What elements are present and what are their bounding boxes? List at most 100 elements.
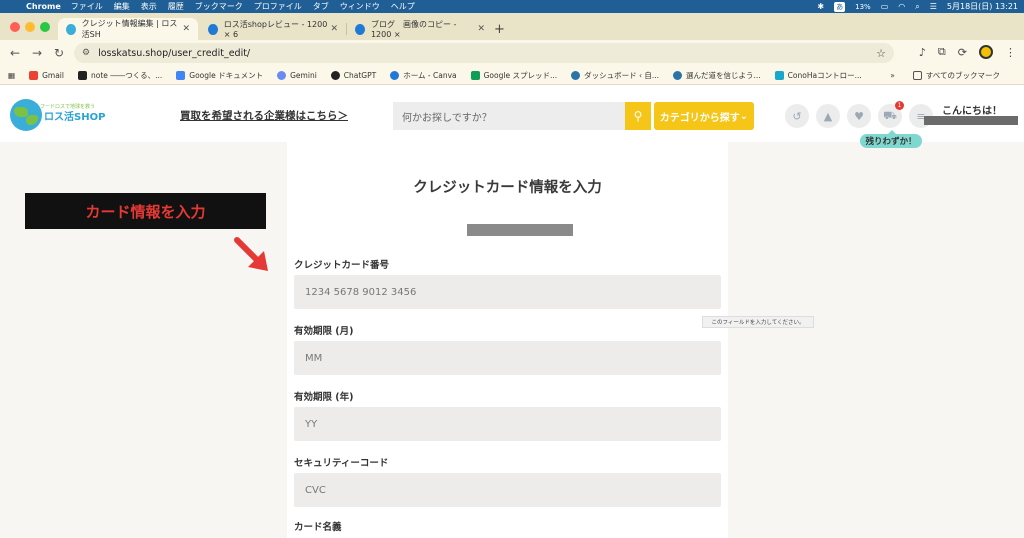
bookmark-dashboard[interactable]: ダッシュボード ‹ 自...: [571, 70, 659, 81]
low-stock-balloon: 残りわずか！: [860, 130, 922, 148]
card-holder-label: カード名義: [294, 522, 342, 533]
bookmark-star-icon[interactable]: ☆: [876, 47, 886, 60]
apps-grid-icon[interactable]: ▦: [8, 71, 15, 80]
address-bar[interactable]: ⚙ losskatsu.shop/user_credit_edit/ ☆: [74, 43, 894, 63]
notification-button[interactable]: ▲: [816, 104, 840, 128]
menu-app-name[interactable]: Chrome: [26, 2, 61, 11]
expiry-year-input[interactable]: YY: [294, 407, 721, 441]
expiry-month-input[interactable]: MM: [294, 341, 721, 375]
control-center-icon[interactable]: ☰: [930, 2, 937, 11]
redacted-username: [924, 116, 1018, 125]
cart-count-badge: 1: [895, 101, 904, 110]
site-info-icon[interactable]: ⚙: [82, 48, 90, 58]
forward-icon[interactable]: →: [26, 46, 48, 60]
close-window-button[interactable]: [10, 22, 20, 32]
menu-window[interactable]: ウィンドウ: [340, 1, 380, 12]
bookmark-google-docs[interactable]: Google ドキュメント: [176, 70, 263, 81]
bookmark-blog[interactable]: 選んだ道を信じよう...: [673, 70, 761, 81]
back-icon[interactable]: ←: [4, 46, 26, 60]
security-code-label: セキュリティーコード: [294, 458, 389, 469]
logo-tagline: フードロスで地球を救う: [40, 104, 96, 110]
bookmark-gemini[interactable]: Gemini: [277, 70, 317, 80]
battery-icon: ▭: [880, 2, 889, 11]
more-bookmarks-icon[interactable]: »: [890, 71, 895, 80]
redacted-subtitle: [467, 224, 573, 236]
bookmark-canva[interactable]: ホーム - Canva: [390, 70, 457, 81]
url-text[interactable]: losskatsu.shop/user_credit_edit/: [98, 48, 250, 59]
menu-tab[interactable]: タブ: [313, 1, 329, 12]
close-tab-icon[interactable]: ✕: [330, 24, 338, 34]
reload-icon[interactable]: ↻: [48, 46, 70, 60]
site-logo[interactable]: フードロスで地球を救う ロス活SHOP: [10, 99, 105, 131]
corporate-purchase-link[interactable]: 買取を希望される企業様はこちら＞: [180, 108, 348, 123]
clock[interactable]: 5月18日(日) 13:21: [947, 1, 1018, 12]
profile-avatar[interactable]: [979, 45, 993, 59]
macos-menu-bar: Chrome ファイル 編集 表示 履歴 ブックマーク プロファイル タブ ウィ…: [0, 0, 1024, 13]
card-number-input[interactable]: 1234 5678 9012 3456: [294, 275, 721, 309]
credit-card-form: クレジットカード情報を入力 クレジットカード番号 1234 5678 9012 …: [287, 142, 728, 538]
history-button[interactable]: ↺: [785, 104, 809, 128]
close-tab-icon[interactable]: ✕: [477, 24, 485, 34]
tab-blog-image[interactable]: ブログ 画像のコピー - 1200 × ✕: [347, 18, 493, 40]
tab-review[interactable]: ロス活shopレビュー - 1200 × 6 ✕: [200, 18, 346, 40]
battery-indicator[interactable]: 13%: [855, 3, 871, 11]
history-icon: ↺: [792, 109, 802, 123]
expiry-month-label: 有効期限 (月): [294, 326, 354, 337]
annotation-label: カード情報を入力: [25, 193, 266, 229]
greeting-text: こんにちは！: [942, 106, 1002, 117]
annotation-arrow-icon: [234, 237, 268, 271]
bookmark-conoha[interactable]: ConoHaコントロー...: [774, 70, 862, 81]
zoom-window-button[interactable]: [40, 22, 50, 32]
canva-favicon-icon: [208, 23, 218, 35]
menu-file[interactable]: ファイル: [71, 1, 103, 12]
favorites-button[interactable]: ♥: [847, 104, 871, 128]
search-icon[interactable]: ⌕: [915, 2, 919, 12]
minimize-window-button[interactable]: [25, 22, 35, 32]
menu-view[interactable]: 表示: [141, 1, 157, 12]
tab-title: クレジット情報編集 | ロス活SH: [81, 19, 178, 39]
tab-credit-edit[interactable]: クレジット情報編集 | ロス活SH ✕: [58, 18, 198, 40]
close-tab-icon[interactable]: ✕: [182, 24, 190, 34]
microphone-icon[interactable]: ♪: [919, 46, 926, 59]
all-bookmarks-folder[interactable]: すべてのブックマーク: [912, 70, 1000, 81]
search-input[interactable]: 何かお探しですか？: [393, 102, 625, 130]
security-code-input[interactable]: CVC: [294, 473, 721, 507]
bell-icon: ▲: [823, 109, 833, 123]
menu-kebab-icon[interactable]: ⋮: [1005, 46, 1016, 59]
extensions-icon[interactable]: ⧉: [938, 45, 946, 59]
sync-icon[interactable]: ⟳: [958, 46, 967, 59]
validation-tooltip: このフィールドを入力してください。: [702, 316, 814, 328]
card-number-label: クレジットカード番号: [294, 260, 390, 271]
canva-favicon-icon: [355, 23, 365, 35]
input-method-indicator[interactable]: あ: [834, 1, 846, 12]
browser-toolbar: ← → ↻ ⚙ losskatsu.shop/user_credit_edit/…: [0, 40, 1024, 66]
page-body: カード情報を入力 クレジットカード情報を入力 クレジットカード番号 1234 5…: [0, 142, 1024, 538]
bookmark-gmail[interactable]: Gmail: [29, 70, 64, 80]
menu-help[interactable]: ヘルプ: [391, 1, 415, 12]
bookmark-note[interactable]: note ――つくる、...: [77, 70, 162, 81]
window-controls: [10, 22, 50, 32]
globe-logo-icon: [10, 99, 42, 131]
browser-tab-strip: クレジット情報編集 | ロス活SH ✕ ロス活shopレビュー - 1200 ×…: [0, 13, 1024, 40]
menu-history[interactable]: 履歴: [168, 1, 184, 12]
chevron-down-icon: ⌄: [739, 110, 749, 122]
bookmark-chatgpt[interactable]: ChatGPT: [330, 70, 376, 80]
menu-profile[interactable]: プロファイル: [254, 1, 302, 12]
heart-icon: ♥: [854, 109, 864, 123]
expiry-year-label: 有効期限 (年): [294, 392, 354, 403]
new-tab-icon[interactable]: +: [494, 22, 505, 37]
menu-edit[interactable]: 編集: [114, 1, 130, 12]
bookmarks-bar: ▦ Gmail note ――つくる、... Google ドキュメント Gem…: [0, 66, 1024, 85]
magnifier-icon: ⚲: [633, 109, 643, 123]
cart-button[interactable]: ⛟ 1: [878, 101, 904, 128]
site-favicon-icon: [66, 23, 76, 35]
tab-title: ブログ 画像のコピー - 1200 ×: [370, 20, 457, 39]
menu-bookmarks[interactable]: ブックマーク: [195, 1, 243, 12]
bluetooth-icon[interactable]: ✱: [817, 2, 824, 11]
wifi-icon[interactable]: ◠: [898, 2, 905, 11]
cart-icon: ⛟: [883, 108, 897, 122]
category-button[interactable]: カテゴリから探す ⌄: [654, 102, 754, 130]
bookmark-google-sheets[interactable]: Google スプレッド...: [470, 70, 557, 81]
search-button[interactable]: ⚲: [625, 102, 651, 130]
tab-title: ロス活shopレビュー - 1200 × 6: [223, 20, 328, 39]
